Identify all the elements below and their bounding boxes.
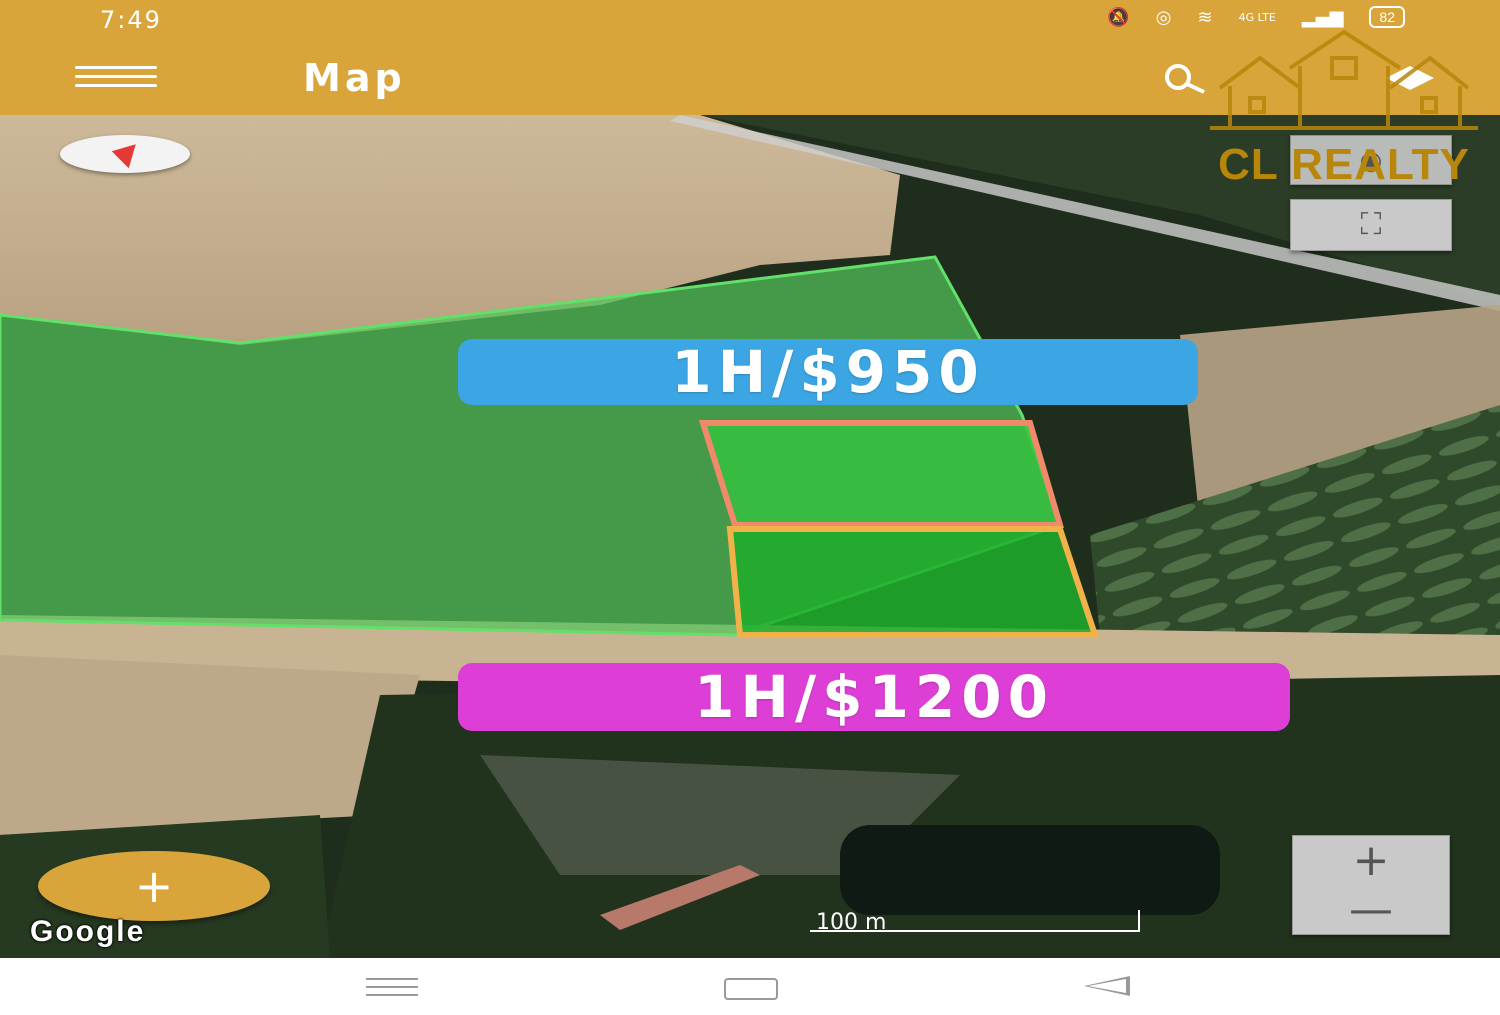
price-tag-1200: 1H/$1200 xyxy=(458,663,1290,731)
watermark-text: CL REALTY xyxy=(1218,140,1470,189)
home-icon[interactable] xyxy=(724,978,778,1000)
system-nav-bar xyxy=(0,958,1500,1015)
signal-icon: ▂▄▆ xyxy=(1301,6,1344,28)
add-fab-button[interactable]: + xyxy=(38,851,270,921)
zoom-controls: + — xyxy=(1292,835,1450,935)
location-icon: ◎ xyxy=(1155,6,1172,28)
lte-icon: 4G LTE xyxy=(1238,10,1276,24)
compass-button[interactable] xyxy=(60,135,190,173)
back-icon[interactable] xyxy=(1084,976,1130,996)
house-logo-icon xyxy=(1210,29,1478,130)
compass-needle-icon xyxy=(111,135,145,169)
map-imagery xyxy=(0,115,1500,958)
search-icon[interactable] xyxy=(1160,62,1210,96)
wifi-icon: ≋ xyxy=(1197,6,1213,28)
price-tag-950: 1H/$950 xyxy=(458,339,1198,405)
cl-realty-watermark: CL REALTY xyxy=(1210,28,1478,189)
fullscreen-button[interactable]: ⛶ xyxy=(1290,199,1452,251)
recents-icon[interactable] xyxy=(366,978,418,1002)
status-time: 7:49 xyxy=(100,6,162,34)
scale-bar: 100 m xyxy=(810,910,1140,935)
zoom-out-button[interactable]: — xyxy=(1293,885,1449,934)
page-title: Map xyxy=(303,56,406,100)
satellite-map[interactable]: ◉ ⛶ 1H/$950 1H/$1200 + — + Google 100 m xyxy=(0,115,1500,958)
battery-icon: 82 xyxy=(1369,6,1405,28)
hamburger-menu-icon[interactable] xyxy=(75,66,157,88)
zoom-in-button[interactable]: + xyxy=(1293,836,1449,885)
google-attribution: Google xyxy=(30,915,146,948)
alarm-icon: 🔕 xyxy=(1107,6,1130,28)
status-icons: 🔕 ◎ ≋ 4G LTE ▂▄▆ 82 xyxy=(1107,6,1405,28)
